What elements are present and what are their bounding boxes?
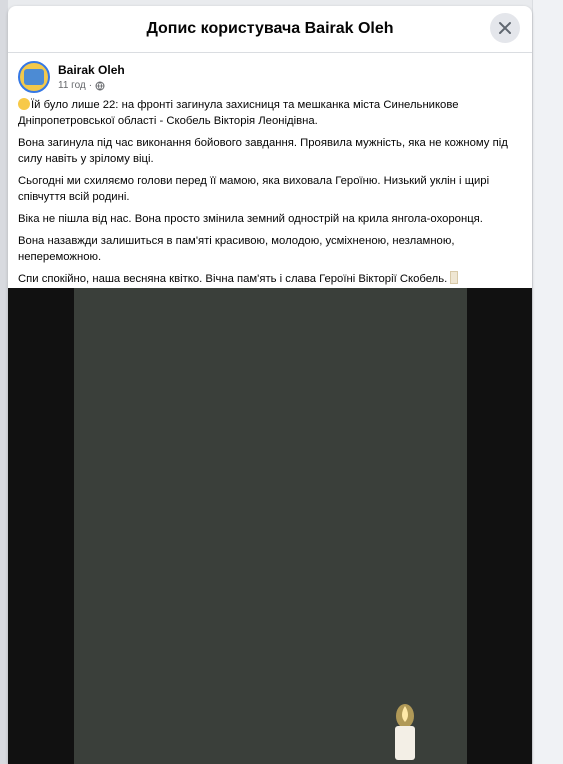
page-scroll-area[interactable] bbox=[532, 0, 563, 764]
post-paragraph: Спи спокійно, наша весняна квітко. Вічна… bbox=[18, 271, 522, 287]
post-paragraph: Їй було лише 22: на фронті загинула захи… bbox=[18, 98, 459, 127]
post-paragraph: Вона загинула під час виконання бойового… bbox=[18, 137, 508, 165]
globe-icon bbox=[95, 81, 105, 90]
post-author-row: Bairak Oleh 11 год · bbox=[8, 53, 532, 93]
post-time[interactable]: 11 год bbox=[58, 80, 86, 91]
post-paragraph: Сьогодні ми схиляємо голови перед її мам… bbox=[18, 175, 490, 203]
post-dialog: Допис користувача Bairak Oleh Bairak Ole… bbox=[8, 6, 532, 764]
post-timestamp-row: 11 год · bbox=[58, 80, 125, 91]
dialog-header: Допис користувача Bairak Oleh bbox=[8, 6, 532, 53]
avatar-image bbox=[24, 69, 44, 85]
author-meta: Bairak Oleh 11 год · bbox=[58, 63, 125, 91]
post-body: Їй було лише 22: на фронті загинула захи… bbox=[8, 93, 532, 287]
avatar[interactable] bbox=[18, 61, 50, 93]
sad-face-emoji-icon bbox=[18, 98, 30, 110]
post-paragraph: Вона назавжди залишиться в пам'яті краси… bbox=[18, 235, 455, 263]
post-photo-frame[interactable] bbox=[8, 288, 532, 764]
candle-icon bbox=[395, 704, 415, 760]
close-button[interactable] bbox=[490, 13, 520, 43]
page-background-left bbox=[0, 0, 8, 764]
post-paragraph: Віка не пішла від нас. Вона просто зміни… bbox=[18, 213, 483, 225]
post-photo-placeholder bbox=[74, 288, 467, 764]
separator-dot: · bbox=[88, 80, 93, 91]
dialog-title: Допис користувача Bairak Oleh bbox=[146, 20, 394, 37]
author-name[interactable]: Bairak Oleh bbox=[58, 63, 125, 77]
close-icon bbox=[499, 22, 511, 34]
candle-emoji-icon bbox=[450, 271, 459, 284]
